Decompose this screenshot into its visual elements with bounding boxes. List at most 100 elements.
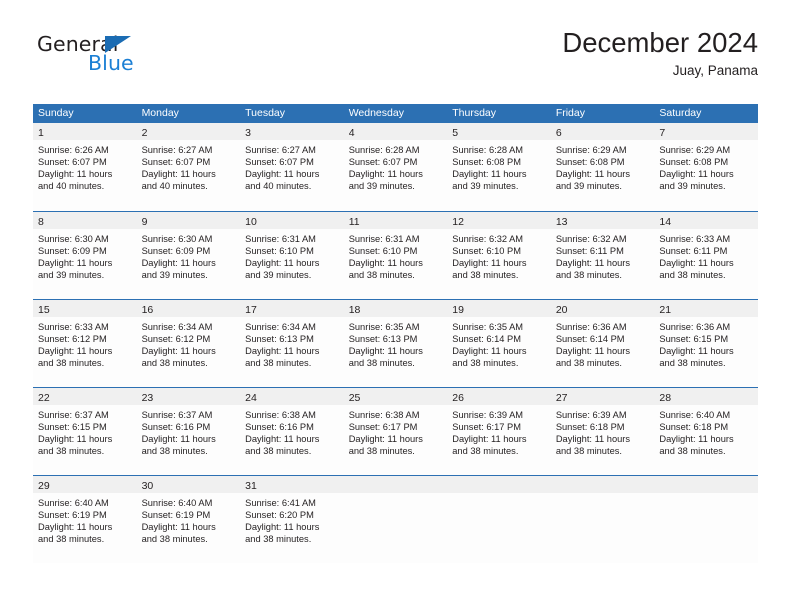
sunrise-text: Sunrise: 6:30 AM [141,234,213,244]
day-number: 2 [141,127,148,139]
daylight-text-line2: and 39 minutes. [38,270,105,281]
daylight-text-line2: and 39 minutes. [659,181,726,192]
day-cell-empty [654,476,758,563]
day-cell-empty [343,476,448,563]
day-cell[interactable]: 2 Sunrise: 6:27 AM Sunset: 6:07 PM Daylight… [136,123,241,211]
day-cell[interactable]: 17 Sunrise: 6:34 AM Sunset: 6:13 PM Dayligh… [240,300,344,387]
day-cell[interactable]: 14 Sunrise: 6:33 AM Sunset: 6:11 PM Dayligh… [654,212,758,299]
day-details: Sunrise: 6:29 AM Sunset: 6:08 PM Daylight:… [551,140,655,192]
daylight-text-line2: and 40 minutes. [38,181,105,192]
daylight-text-line1: Daylight: 11 hours [452,258,527,269]
day-cell[interactable]: 27 Sunrise: 6:39 AM Sunset: 6:18 PM Dayligh… [550,388,655,475]
day-cell[interactable]: 3 Sunrise: 6:27 AM Sunset: 6:07 PM Daylight… [240,123,344,211]
sunset-text: Sunset: 6:07 PM [348,157,418,168]
daylight-text-line2: and 38 minutes. [452,358,519,369]
day-details: Sunrise: 6:36 AM Sunset: 6:14 PM Daylight:… [551,317,655,369]
day-cell[interactable]: 9 Sunrise: 6:30 AM Sunset: 6:09 PM Daylight… [136,212,241,299]
day-cell[interactable]: 7 Sunrise: 6:29 AM Sunset: 6:08 PM Daylight… [654,123,758,211]
sunrise-text: Sunrise: 6:38 AM [348,410,420,420]
day-cell[interactable]: 22 Sunrise: 6:37 AM Sunset: 6:15 PM Dayligh… [33,388,137,475]
title-block: December 2024 Juay, Panama [562,27,758,79]
day-details: Sunrise: 6:34 AM Sunset: 6:12 PM Daylight:… [137,317,241,369]
day-number: 20 [555,304,568,316]
day-number-band: 14 [654,212,758,229]
day-cell[interactable]: 31 Sunrise: 6:41 AM Sunset: 6:20 PM Dayligh… [240,476,344,563]
day-number-band: 15 [33,300,137,317]
day-cell[interactable]: 8 Sunrise: 6:30 AM Sunset: 6:09 PM Daylight… [33,212,137,299]
day-number: 26 [452,392,464,404]
day-cell[interactable]: 16 Sunrise: 6:34 AM Sunset: 6:12 PM Dayligh… [136,300,241,387]
day-details: Sunrise: 6:40 AM Sunset: 6:18 PM Daylight:… [654,405,758,457]
day-number-band: 12 [447,212,551,229]
sunrise-text: Sunrise: 6:36 AM [555,322,627,332]
daylight-text-line2: and 38 minutes. [555,446,622,457]
daylight-text-line1: Daylight: 11 hours [348,434,423,445]
daylight-text-line2: and 38 minutes. [452,446,519,457]
day-details: Sunrise: 6:40 AM Sunset: 6:19 PM Daylight:… [33,493,137,545]
day-cell[interactable]: 11 Sunrise: 6:31 AM Sunset: 6:10 PM Dayligh… [343,212,448,299]
daylight-text-line2: and 39 minutes. [245,270,312,281]
day-cell[interactable]: 20 Sunrise: 6:36 AM Sunset: 6:14 PM Dayligh… [550,300,655,387]
daylight-text-line2: and 38 minutes. [38,358,105,369]
day-number-band: 26 [447,388,551,405]
daylight-text-line2: and 38 minutes. [38,446,105,457]
day-cell[interactable]: 13 Sunrise: 6:32 AM Sunset: 6:11 PM Dayligh… [550,212,655,299]
day-details: Sunrise: 6:31 AM Sunset: 6:10 PM Daylight:… [344,229,448,281]
day-number: 5 [452,127,459,139]
day-cell[interactable]: 21 Sunrise: 6:36 AM Sunset: 6:15 PM Dayligh… [654,300,758,387]
daylight-text-line1: Daylight: 11 hours [555,346,631,357]
day-number: 24 [245,392,257,404]
sunrise-text: Sunrise: 6:38 AM [245,410,316,420]
day-cell[interactable]: 18 Sunrise: 6:35 AM Sunset: 6:13 PM Dayligh… [343,300,448,387]
day-cell[interactable]: 28 Sunrise: 6:40 AM Sunset: 6:18 PM Dayligh… [654,388,758,475]
calendar-grid: Sunday Monday Tuesday Wednesday Thursday Frid… [33,104,758,563]
day-number-band [550,476,655,493]
sunrise-text: Sunrise: 6:33 AM [38,322,109,332]
day-cell[interactable]: 19 Sunrise: 6:35 AM Sunset: 6:14 PM Dayligh… [447,300,551,387]
day-cell[interactable]: 29 Sunrise: 6:40 AM Sunset: 6:19 PM Dayligh… [33,476,137,563]
week-row: 8 Sunrise: 6:30 AM Sunset: 6:09 PM Daylight… [33,211,758,299]
day-cell[interactable]: 30 Sunrise: 6:40 AM Sunset: 6:19 PM Dayligh… [136,476,241,563]
day-number-band: 22 [33,388,137,405]
day-cell[interactable]: 15 Sunrise: 6:33 AM Sunset: 6:12 PM Dayligh… [33,300,137,387]
day-cell[interactable]: 24 Sunrise: 6:38 AM Sunset: 6:16 PM Dayligh… [240,388,344,475]
calendar-weeks: 1 Sunrise: 6:26 AM Sunset: 6:07 PM Daylight… [33,123,758,563]
day-cell[interactable]: 5 Sunrise: 6:28 AM Sunset: 6:08 PM Daylight… [447,123,551,211]
day-details: Sunrise: 6:35 AM Sunset: 6:14 PM Daylight:… [447,317,551,369]
day-cell[interactable]: 26 Sunrise: 6:39 AM Sunset: 6:17 PM Dayligh… [447,388,551,475]
day-number-band: 19 [447,300,551,317]
daylight-text-line1: Daylight: 11 hours [141,169,216,180]
day-cell[interactable]: 1 Sunrise: 6:26 AM Sunset: 6:07 PM Daylight… [33,123,137,211]
day-details: Sunrise: 6:28 AM Sunset: 6:07 PM Daylight:… [344,140,448,192]
day-cell[interactable]: 4 Sunrise: 6:28 AM Sunset: 6:07 PM Daylight… [343,123,448,211]
sunset-text: Sunset: 6:18 PM [555,422,625,433]
day-number: 13 [555,216,568,228]
daylight-text-line1: Daylight: 11 hours [245,522,320,533]
daylight-text-line2: and 38 minutes. [659,270,726,281]
week-row: 1 Sunrise: 6:26 AM Sunset: 6:07 PM Daylight… [33,123,758,211]
daylight-text-line2: and 40 minutes. [141,181,208,192]
day-cell[interactable]: 6 Sunrise: 6:29 AM Sunset: 6:08 PM Daylight… [550,123,655,211]
daylight-text-line2: and 39 minutes. [141,270,208,281]
weekday-header-monday: Monday [141,107,179,119]
day-number-band: 1 [33,123,137,140]
day-details: Sunrise: 6:32 AM Sunset: 6:11 PM Daylight:… [551,229,655,281]
general-blue-logo[interactable]: General Blue [33,32,263,92]
day-cell[interactable]: 10 Sunrise: 6:31 AM Sunset: 6:10 PM Dayligh… [240,212,344,299]
sunset-text: Sunset: 6:19 PM [141,510,211,521]
day-cell[interactable]: 12 Sunrise: 6:32 AM Sunset: 6:10 PM Dayligh… [447,212,551,299]
daylight-text-line1: Daylight: 11 hours [38,522,113,533]
sunset-text: Sunset: 6:08 PM [555,157,625,168]
day-cell[interactable]: 23 Sunrise: 6:37 AM Sunset: 6:16 PM Dayligh… [136,388,241,475]
day-cell[interactable]: 25 Sunrise: 6:38 AM Sunset: 6:17 PM Dayligh… [343,388,448,475]
day-number: 4 [348,127,355,139]
day-number: 19 [452,304,464,316]
sunset-text: Sunset: 6:18 PM [659,422,729,433]
sunrise-text: Sunrise: 6:27 AM [245,145,316,155]
day-cell-empty [447,476,551,563]
daylight-text-line1: Daylight: 11 hours [141,346,216,357]
sunset-text: Sunset: 6:08 PM [452,157,521,168]
day-number-band [343,476,448,493]
daylight-text-line2: and 39 minutes. [555,181,622,192]
daylight-text-line1: Daylight: 11 hours [245,434,320,445]
